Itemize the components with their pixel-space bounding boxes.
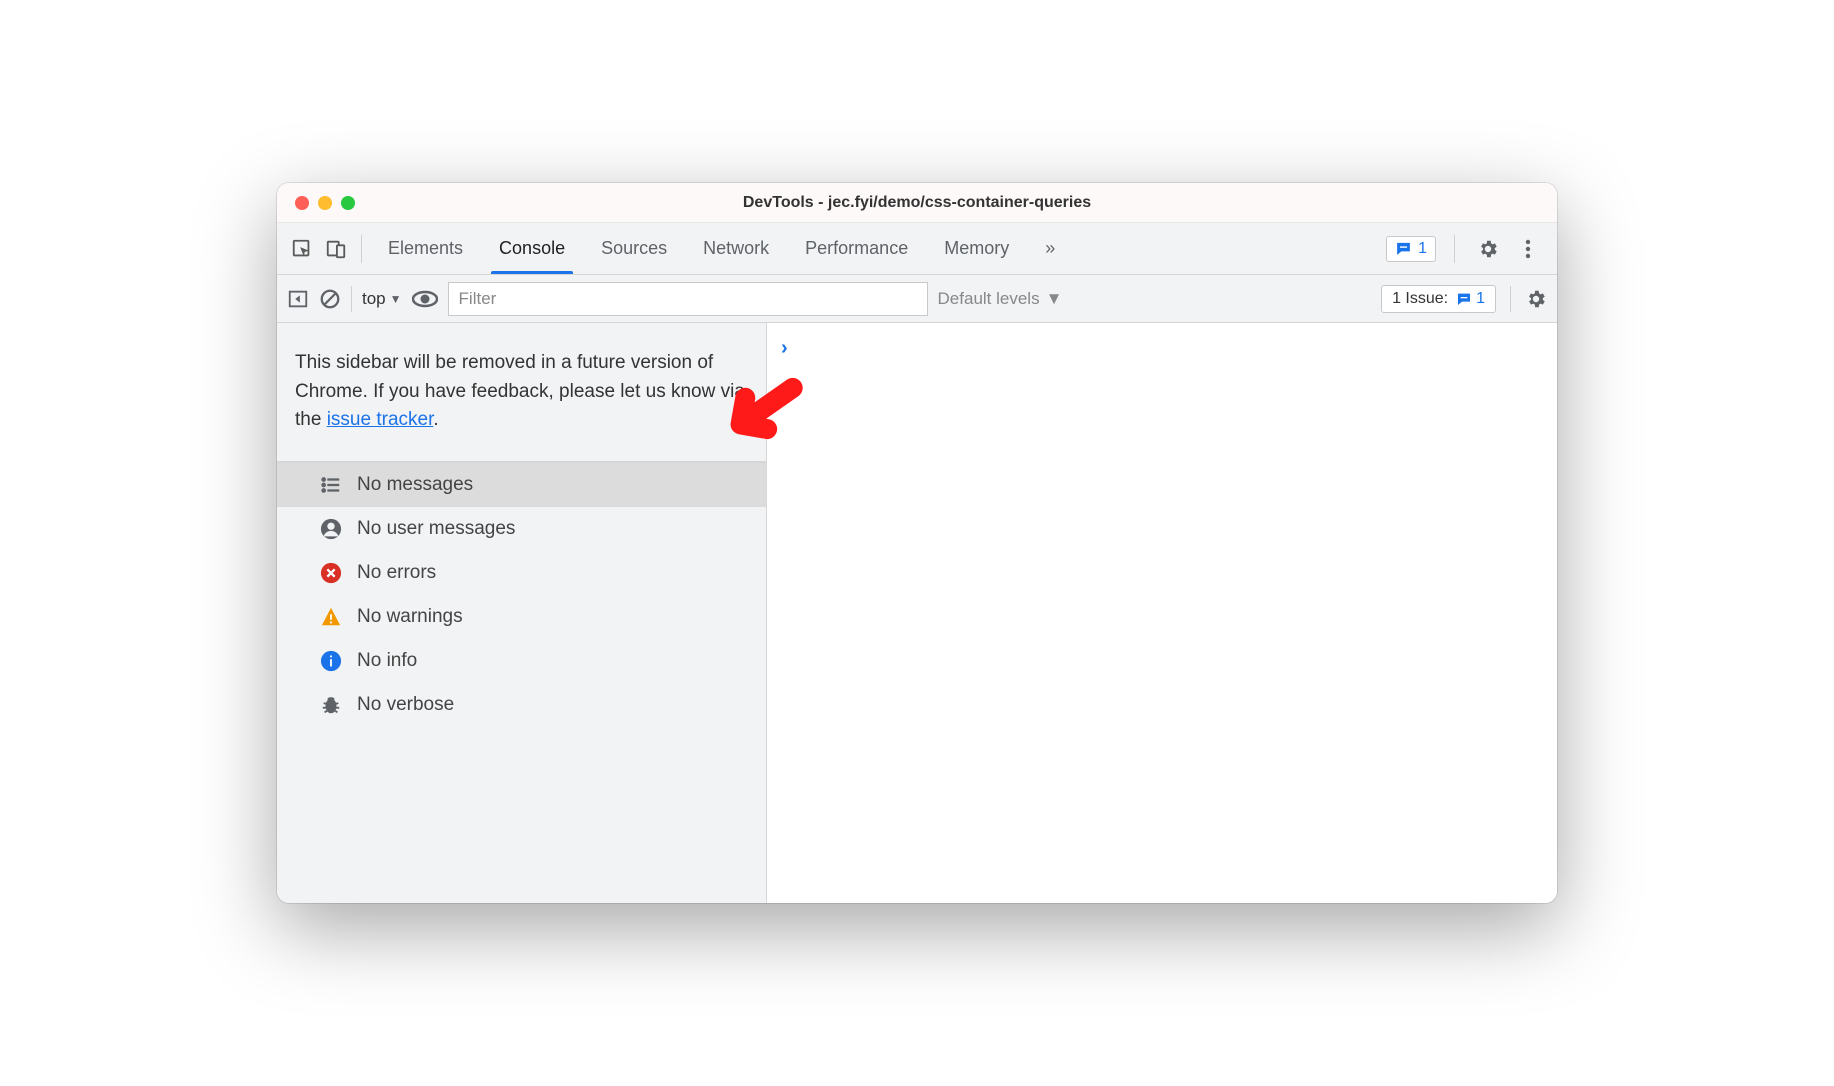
info-icon [319, 649, 343, 673]
user-icon [319, 517, 343, 541]
error-icon [319, 561, 343, 585]
tab-label: Elements [388, 238, 463, 259]
more-icon[interactable] [1513, 234, 1543, 264]
sidebar-item-warnings[interactable]: No warnings [277, 595, 766, 639]
body-area: This sidebar will be removed in a future… [277, 323, 1557, 903]
sidebar-item-label: No warnings [357, 606, 463, 628]
sidebar-item-verbose[interactable]: No verbose [277, 683, 766, 727]
console-sidebar: This sidebar will be removed in a future… [277, 323, 767, 903]
issues-chip: 1 [1456, 290, 1485, 308]
notice-text-post: . [433, 409, 438, 430]
bug-icon [319, 693, 343, 717]
sidebar-deprecation-notice: This sidebar will be removed in a future… [277, 323, 766, 463]
close-window-button[interactable] [295, 196, 309, 210]
device-toggle-icon[interactable] [319, 232, 353, 266]
traffic-lights [277, 196, 355, 210]
inspect-element-icon[interactable] [285, 232, 319, 266]
sidebar-item-label: No errors [357, 562, 436, 584]
sidebar-item-messages[interactable]: No messages [277, 463, 766, 507]
clear-console-icon[interactable] [319, 288, 341, 310]
warning-icon [319, 605, 343, 629]
tabbar-right: 1 [1386, 234, 1549, 264]
issue-tracker-link[interactable]: issue tracker [327, 409, 434, 430]
tabs-container: Elements Console Sources Network Perform… [370, 223, 1073, 274]
live-expression-icon[interactable] [412, 289, 438, 309]
dropdown-icon: ▼ [1046, 289, 1063, 309]
console-prompt-icon: › [781, 337, 788, 360]
divider [1454, 235, 1455, 263]
sidebar-item-label: No verbose [357, 694, 454, 716]
issues-label: 1 Issue: [1392, 290, 1448, 308]
tab-label: Performance [805, 238, 908, 259]
issues-button[interactable]: 1 Issue: 1 [1381, 285, 1496, 313]
tab-elements[interactable]: Elements [370, 223, 481, 274]
sidebar-list: No messages No user messages No errors [277, 463, 766, 727]
window-title: DevTools - jec.fyi/demo/css-container-qu… [277, 194, 1557, 212]
sidebar-item-user-messages[interactable]: No user messages [277, 507, 766, 551]
sidebar-item-label: No messages [357, 474, 473, 496]
tab-label: Memory [944, 238, 1009, 259]
divider [361, 235, 362, 263]
overflow-icon: » [1045, 238, 1055, 259]
dropdown-icon: ▼ [390, 292, 402, 306]
minimize-window-button[interactable] [318, 196, 332, 210]
filter-input[interactable] [448, 282, 928, 316]
main-tabbar: Elements Console Sources Network Perform… [277, 223, 1557, 275]
tab-sources[interactable]: Sources [583, 223, 685, 274]
titlebar: DevTools - jec.fyi/demo/css-container-qu… [277, 183, 1557, 223]
sidebar-item-info[interactable]: No info [277, 639, 766, 683]
message-icon [1395, 240, 1412, 257]
console-output[interactable]: › [767, 323, 1557, 903]
sidebar-item-errors[interactable]: No errors [277, 551, 766, 595]
issue-count: 1 [1418, 240, 1427, 258]
divider [351, 286, 352, 312]
context-label: top [362, 289, 386, 309]
tab-performance[interactable]: Performance [787, 223, 926, 274]
toggle-sidebar-icon[interactable] [287, 288, 309, 310]
settings-icon[interactable] [1473, 234, 1503, 264]
console-toolbar: top ▼ Default levels ▼ 1 Issue: 1 [277, 275, 1557, 323]
issues-count: 1 [1476, 290, 1485, 308]
sidebar-item-label: No user messages [357, 518, 515, 540]
console-settings-icon[interactable] [1525, 288, 1547, 310]
tab-memory[interactable]: Memory [926, 223, 1027, 274]
tab-label: Network [703, 238, 769, 259]
divider [1510, 286, 1511, 312]
log-level-selector[interactable]: Default levels ▼ [938, 289, 1063, 309]
list-icon [319, 473, 343, 497]
sidebar-item-label: No info [357, 650, 417, 672]
levels-label: Default levels [938, 289, 1040, 309]
maximize-window-button[interactable] [341, 196, 355, 210]
tab-console[interactable]: Console [481, 223, 583, 274]
tab-label: Sources [601, 238, 667, 259]
tab-overflow[interactable]: » [1027, 223, 1073, 274]
tab-label: Console [499, 238, 565, 259]
devtools-window: DevTools - jec.fyi/demo/css-container-qu… [277, 183, 1557, 903]
issues-chip[interactable]: 1 [1386, 236, 1436, 262]
tab-network[interactable]: Network [685, 223, 787, 274]
context-selector[interactable]: top ▼ [362, 289, 402, 309]
